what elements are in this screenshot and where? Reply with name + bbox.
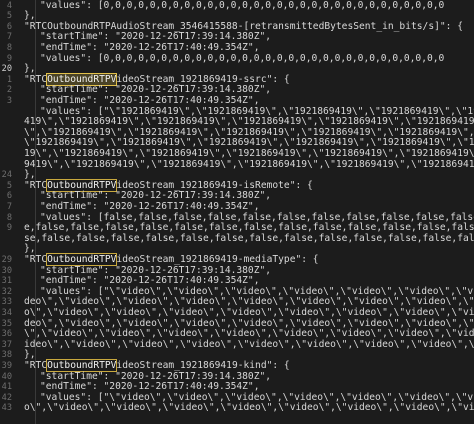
line-number: 7	[6, 32, 12, 43]
line-number: 20	[1, 64, 12, 75]
code-text: ideoStream_1921869419-isRemote": {	[116, 179, 313, 191]
line-number	[0, 138, 12, 149]
search-match-highlight: OutboundRTPV	[46, 72, 118, 86]
line-number: 3	[6, 95, 12, 106]
code-line[interactable]: se,false,false,false,false,false,false,f…	[24, 233, 474, 245]
line-number: 37	[1, 339, 12, 350]
line-number: 41	[1, 382, 12, 393]
line-number: 42	[1, 392, 12, 403]
code-text: ideoStream_1921869419-mediaType": {	[116, 253, 319, 265]
line-number: 32	[1, 286, 12, 297]
code-line[interactable]: o\",\"video\",\"video\",\"video\",\"vide…	[24, 307, 474, 319]
line-number: 40	[1, 371, 12, 382]
line-number: 8	[6, 212, 12, 223]
code-text: "RTC	[24, 253, 48, 265]
code-line[interactable]: "RTCOutboundRTPVideoStream_1921869419-me…	[24, 252, 319, 266]
code-text: "RTC	[24, 359, 48, 371]
code-line[interactable]: "endTime": "2020-12-26T17:40:49.354Z",	[40, 42, 260, 54]
line-number-gutter: 4 5 6 7 8 9 20 1 2 3 24 5 6 7 8 9 29 30 31 32 33 34 35 36 37 38 39…	[0, 0, 12, 424]
line-number: 7	[6, 201, 12, 212]
line-number: 38	[1, 350, 12, 361]
line-number: 36	[1, 329, 12, 340]
code-line[interactable]: "endTime": "2020-12-26T17:40:49.354Z",	[40, 201, 260, 213]
line-number: 29	[1, 254, 12, 265]
line-number	[0, 234, 12, 245]
line-number: 31	[1, 276, 12, 287]
code-line[interactable]: "RTCOutboundRTPVideoStream_1921869419-ki…	[24, 358, 290, 372]
line-number	[0, 160, 12, 171]
line-number: 8	[6, 42, 12, 53]
line-number: 9	[6, 223, 12, 234]
line-number: 1	[6, 74, 12, 85]
code-line[interactable]: "values": [0,0,0,0,0,0,0,0,0,0,0,0,0,0,0…	[40, 0, 444, 12]
code-text: "RTC	[24, 73, 48, 85]
search-match-highlight: OutboundRTPV	[46, 358, 118, 372]
line-number: 9	[6, 53, 12, 64]
line-number	[0, 149, 12, 160]
line-number	[0, 128, 12, 139]
line-number	[0, 244, 12, 255]
line-number: 30	[1, 265, 12, 276]
search-match-highlight: OutboundRTPV	[46, 178, 118, 192]
line-number: 4	[6, 0, 12, 11]
line-number: 6	[6, 191, 12, 202]
search-match-highlight: OutboundRTPV	[46, 252, 118, 266]
code-line[interactable]: "values": [0,0,0,0,0,0,0,0,0,0,0,0,0,0,0…	[40, 53, 444, 65]
line-number	[0, 117, 12, 128]
line-number: 24	[1, 170, 12, 181]
line-number: 39	[1, 360, 12, 371]
line-number	[0, 107, 12, 118]
code-text: ideoStream_1921869419-kind": {	[116, 359, 290, 371]
line-number: 6	[6, 21, 12, 32]
code-area[interactable]: "values": [0,0,0,0,0,0,0,0,0,0,0,0,0,0,0…	[24, 0, 474, 424]
code-line[interactable]: ideo\",\"video\",\"video\",\"video\",\"v…	[24, 339, 474, 351]
line-number: 35	[1, 318, 12, 329]
code-line[interactable]: 9419\",\"1921869419\",\"1921869419\",\"1…	[24, 159, 474, 171]
line-number: 33	[1, 297, 12, 308]
line-number: 43	[1, 403, 12, 414]
code-editor[interactable]: 4 5 6 7 8 9 20 1 2 3 24 5 6 7 8 9 29 30 31 32 33 34 35 36 37 38 39…	[0, 0, 474, 424]
line-number: 5	[6, 180, 12, 191]
line-number: 5	[6, 11, 12, 22]
code-line[interactable]: 19\",\"1921869419\",\"1921869419\",\"192…	[24, 148, 474, 160]
code-line[interactable]: "endTime": "2020-12-26T17:40:49.354Z",	[40, 95, 260, 107]
code-text: ideoStream_1921869419-ssrc": {	[116, 73, 290, 85]
code-text: "RTC	[24, 179, 48, 191]
code-line[interactable]: o\",\"video\",\"video\",\"video\",\"vide…	[24, 403, 474, 414]
line-number: 34	[1, 307, 12, 318]
line-number: 2	[6, 85, 12, 96]
